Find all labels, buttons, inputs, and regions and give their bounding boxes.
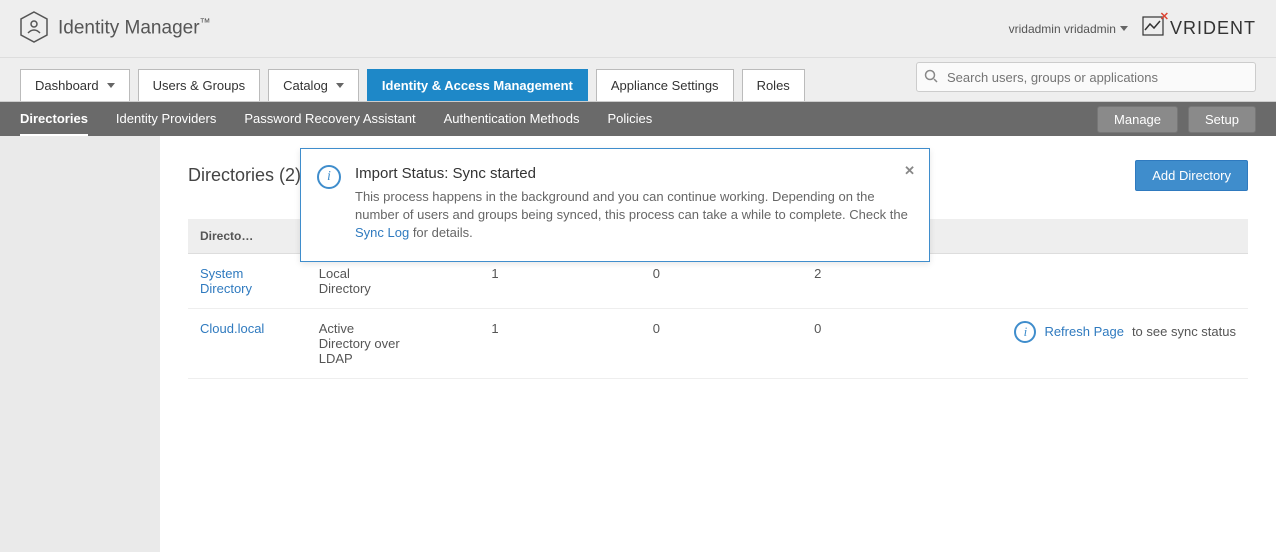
subnav-identity-providers[interactable]: Identity Providers bbox=[116, 103, 216, 136]
close-icon[interactable]: ✕ bbox=[904, 163, 915, 179]
subnav-authentication-methods[interactable]: Authentication Methods bbox=[444, 103, 580, 136]
notice-title: Import Status: Sync started bbox=[355, 165, 911, 182]
directory-link[interactable]: Cloud.local bbox=[200, 321, 264, 336]
setup-button[interactable]: Setup bbox=[1188, 106, 1256, 133]
info-icon: i bbox=[1014, 321, 1036, 343]
refresh-page-link[interactable]: Refresh Page bbox=[1044, 322, 1124, 342]
app-logo-icon bbox=[20, 11, 48, 46]
nav-tab-roles[interactable]: Roles bbox=[742, 69, 805, 101]
close-x-icon: ✕ bbox=[1160, 10, 1170, 23]
nav-tab-catalog[interactable]: Catalog bbox=[268, 69, 359, 101]
sync-log-link[interactable]: Sync Log bbox=[355, 225, 409, 240]
nav-tab-users-groups[interactable]: Users & Groups bbox=[138, 69, 260, 101]
subnav-policies[interactable]: Policies bbox=[607, 103, 652, 136]
subnav-directories[interactable]: Directories bbox=[20, 103, 88, 136]
directory-type: Active Directory over LDAP bbox=[307, 309, 415, 379]
brand-logo: ✕ VRIDENT bbox=[1142, 16, 1256, 41]
directory-link[interactable]: System Directory bbox=[200, 266, 252, 296]
user-menu[interactable]: vridadmin vridadmin bbox=[1009, 22, 1128, 36]
nav-tab-dashboard[interactable]: Dashboard bbox=[20, 69, 130, 101]
subnav-password-recovery-assistant[interactable]: Password Recovery Assistant bbox=[244, 103, 415, 136]
import-status-notice: i Import Status: Sync started This proce… bbox=[300, 148, 930, 262]
nav-tab-appliance-settings[interactable]: Appliance Settings bbox=[596, 69, 734, 101]
notice-text: This process happens in the background a… bbox=[355, 188, 911, 243]
search-icon bbox=[924, 69, 938, 86]
caret-down-icon bbox=[1120, 26, 1128, 31]
manage-button[interactable]: Manage bbox=[1097, 106, 1178, 133]
table-row: System DirectoryLocal Directory102 bbox=[188, 254, 1248, 309]
app-title: Identity Manager™ bbox=[58, 17, 211, 39]
search-input[interactable] bbox=[916, 62, 1256, 92]
directory-type: Local Directory bbox=[307, 254, 415, 309]
nav-tab-identity-access-management[interactable]: Identity & Access Management bbox=[367, 69, 588, 101]
col-directory: Directo… bbox=[188, 219, 307, 254]
chart-icon: ✕ bbox=[1142, 16, 1164, 41]
caret-down-icon bbox=[336, 83, 344, 88]
page-title: Directories (2) bbox=[188, 165, 301, 186]
left-gutter bbox=[0, 136, 160, 552]
table-row: Cloud.localActive Directory over LDAP100… bbox=[188, 309, 1248, 379]
caret-down-icon bbox=[107, 83, 115, 88]
add-directory-button[interactable]: Add Directory bbox=[1135, 160, 1248, 191]
info-icon: i bbox=[317, 165, 341, 189]
